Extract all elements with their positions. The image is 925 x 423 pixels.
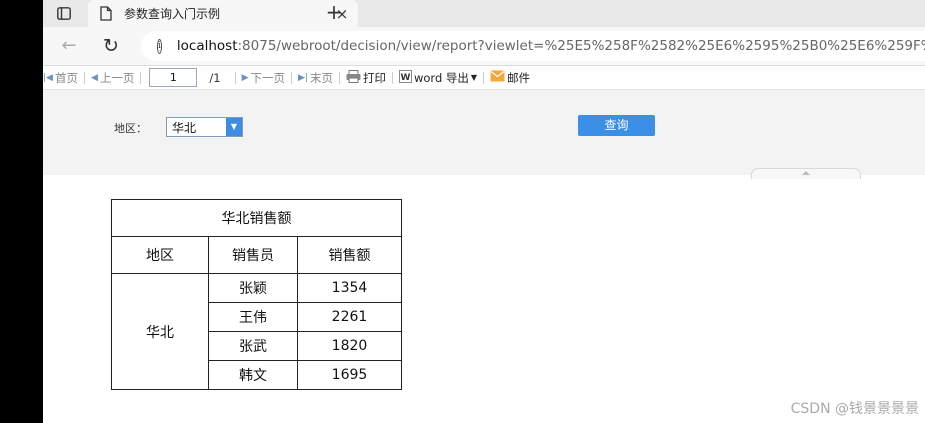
watermark: CSDN @钱景景景景 xyxy=(790,401,919,417)
last-page-icon: ▶| xyxy=(298,72,308,83)
header-row: 地区 销售员 销售额 xyxy=(111,236,402,274)
url-text: localhost:8075/webroot/decision/view/rep… xyxy=(177,38,925,54)
word-export-label: word 导出 xyxy=(413,70,469,85)
first-page-icon: |◀ xyxy=(43,72,53,83)
amount-cell: 2261 xyxy=(297,302,402,332)
address-bar: ← ↻ i localhost:8075/webroot/decision/vi… xyxy=(43,27,925,66)
chevron-down-icon[interactable]: ▼ xyxy=(226,118,242,136)
table-row: 华北 张颖 1354 xyxy=(111,273,402,390)
reload-icon[interactable]: ↻ xyxy=(99,34,123,58)
salesperson-cell: 韩文 xyxy=(208,360,298,390)
prev-page-icon: ◀ xyxy=(90,72,98,83)
region-label: 地区： xyxy=(114,122,147,135)
word-icon: W xyxy=(398,69,412,86)
prev-page-label: 上一页 xyxy=(99,70,135,85)
word-export-button[interactable]: W word 导出 ▼ xyxy=(398,69,478,86)
dropdown-caret-icon: ▼ xyxy=(470,73,478,82)
prev-page-button[interactable]: ◀ 上一页 xyxy=(91,70,134,86)
report-title: 华北销售额 xyxy=(111,199,402,237)
amount-cell: 1695 xyxy=(297,360,402,390)
print-label: 打印 xyxy=(362,70,386,85)
last-page-button[interactable]: ▶| 末页 xyxy=(298,70,333,86)
region-select[interactable]: 华北 ▼ xyxy=(166,117,243,137)
header-region: 地区 xyxy=(111,236,209,274)
mail-button[interactable]: 邮件 xyxy=(490,70,530,86)
next-page-label: 下一页 xyxy=(250,70,286,85)
collapse-pane-handle[interactable] xyxy=(751,168,861,179)
back-arrow-icon[interactable]: ← xyxy=(57,34,81,58)
tab-actions-icon[interactable] xyxy=(53,4,75,22)
salesperson-cell: 张武 xyxy=(208,331,298,361)
header-amount: 销售额 xyxy=(297,236,402,274)
page-icon xyxy=(100,6,114,22)
amount-cell: 1354 xyxy=(297,273,402,303)
query-button[interactable]: 查询 xyxy=(578,115,655,136)
url-field[interactable]: i localhost:8075/webroot/decision/view/r… xyxy=(141,31,925,61)
new-tab-button[interactable]: + xyxy=(321,0,347,27)
region-cell: 华北 xyxy=(111,273,209,390)
first-page-label: 首页 xyxy=(54,70,78,85)
tab-title: 参数查询入门示例 xyxy=(124,7,221,21)
url-path: :8075/webroot/decision/view/report?viewl… xyxy=(237,38,925,54)
print-button[interactable]: 打印 xyxy=(346,69,386,86)
last-page-label: 末页 xyxy=(309,70,333,85)
next-page-button[interactable]: ▶ 下一页 xyxy=(242,70,285,86)
report-title-row: 华北销售额 xyxy=(111,199,402,237)
page-number-input[interactable]: 1 xyxy=(149,68,198,87)
browser-window: 参数查询入门示例 × + ← ↻ i localhost:8075/webroo… xyxy=(43,0,925,423)
mail-icon xyxy=(490,70,505,85)
toolbar-divider xyxy=(83,71,85,84)
parameter-pane: 地区： 华北 ▼ 查询 xyxy=(43,90,925,179)
page-total: /1 xyxy=(209,70,221,85)
tab-strip: 参数查询入门示例 × + xyxy=(43,0,925,27)
url-host: localhost xyxy=(176,38,238,54)
amount-cell: 1820 xyxy=(297,331,402,361)
browser-tab[interactable]: 参数查询入门示例 × xyxy=(88,0,358,27)
mail-label: 邮件 xyxy=(507,70,531,85)
toolbar-divider xyxy=(234,71,236,84)
salesperson-cell: 王伟 xyxy=(208,302,298,332)
toolbar-divider xyxy=(291,71,293,84)
toolbar-divider xyxy=(391,71,393,84)
next-page-icon: ▶ xyxy=(241,72,249,83)
collapse-arrow-icon xyxy=(802,171,810,175)
toolbar-divider xyxy=(338,71,340,84)
first-page-button[interactable]: |◀ 首页 xyxy=(43,70,78,86)
report-toolbar: |◀ 首页 ◀ 上一页 1 /1 ▶ 下一页 ▶| 末页 打印 W word 导出 ▼ … xyxy=(43,66,925,90)
printer-icon xyxy=(346,69,361,86)
salesperson-cell: 张颖 xyxy=(208,273,298,303)
toolbar-divider xyxy=(483,71,485,84)
region-select-value: 华北 xyxy=(172,121,197,135)
svg-text:W: W xyxy=(401,73,411,83)
toolbar-divider xyxy=(140,71,142,84)
header-salesperson: 销售员 xyxy=(208,236,298,274)
sales-report-table: 华北销售额 地区 销售员 销售额 华北 张颖 1354 王伟 2261 张武 1… xyxy=(111,199,402,390)
info-icon[interactable]: i xyxy=(157,38,162,54)
